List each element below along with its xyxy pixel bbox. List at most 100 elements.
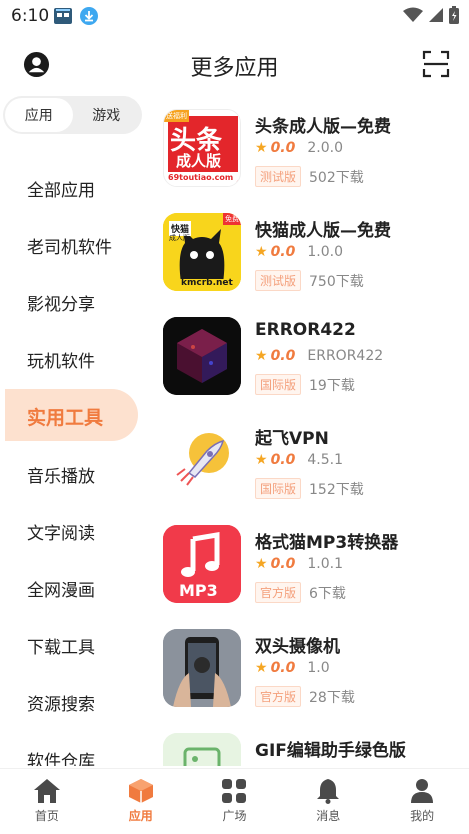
app-meta-row: 国际版 152下载 [255,478,364,499]
star-icon: ★ [255,244,268,260]
nav-square[interactable]: 广场 [188,769,282,834]
app-list-item[interactable]: 快猫 成人版 kmcrb.net 免费 快猫成人版—免费 ★ 0.0 1.0.0… [150,200,469,304]
app-icon-badge: 免费 [223,213,241,225]
category-utilities[interactable]: 实用工具 [27,403,103,430]
app-meta-row: 官方版 28下载 [255,686,355,707]
app-name: GIF编辑助手绿色版 [255,741,406,761]
nav-label: 广场 [222,809,247,823]
app-channel-badge: 官方版 [255,686,302,707]
app-rating-row: ★ 0.0 2.0.0 [255,140,343,156]
status-bar: 6:10 [0,0,469,32]
app-icon-subtext: 成人版 [176,152,222,170]
app-rating: 0.0 [270,556,296,572]
nav-label: 我的 [410,809,435,823]
nav-label: 消息 [316,809,341,823]
download-icon [80,7,98,25]
toggle-apps[interactable]: 应用 [5,98,73,132]
app-channel-badge: 测试版 [255,166,302,187]
battery-icon [449,6,459,24]
app-list-item[interactable]: ERROR422 ★ 0.0 ERROR422 国际版 19下载 [150,304,469,408]
app-icon-text: MP3 [179,581,218,600]
app-meta-row: 测试版 502下载 [255,166,364,187]
app-icon-badge: 送福利 [164,110,189,122]
signal-icon [429,8,443,22]
app-downloads: 19下载 [309,377,355,394]
app-rating-row: ★ 0.0 1.0.0 [255,244,343,260]
category-video[interactable]: 影视分享 [27,290,95,315]
category-comics[interactable]: 全网漫画 [27,576,95,601]
category-sidebar: 应用 游戏 全部应用 老司机软件 影视分享 玩机软件 实用工具 音乐播放 文字阅… [0,96,150,766]
nav-messages[interactable]: 消息 [281,769,375,834]
nav-home[interactable]: 首页 [0,769,94,834]
nav-label: 首页 [34,809,59,823]
app-version: 1.0.1 [307,556,343,572]
star-icon: ★ [255,660,268,676]
nav-label: 应用 [128,809,153,823]
app-version: 2.0.0 [307,140,343,156]
app-list-item[interactable]: 起飞VPN ★ 0.0 4.5.1 国际版 152下载 [150,408,469,512]
apps-games-toggle: 应用 游戏 [3,96,142,134]
app-meta-row: 测试版 750下载 [255,270,364,291]
app-channel-badge: 官方版 [255,582,302,603]
category-phone-tools[interactable]: 玩机软件 [27,347,95,372]
star-icon: ★ [255,556,268,572]
app-name: 快猫成人版—免费 [255,221,391,241]
category-search[interactable]: 资源搜索 [27,690,95,715]
app-list-item[interactable]: 双头摄像机 ★ 0.0 1.0 官方版 28下载 [150,616,469,720]
app-version: ERROR422 [307,348,384,364]
star-icon: ★ [255,348,268,364]
app-downloads: 152下载 [309,481,364,498]
app-rating-row: ★ 0.0 1.0 [255,660,330,676]
profile-icon [411,779,434,803]
category-repository[interactable]: 软件仓库 [27,747,95,766]
category-veteran[interactable]: 老司机软件 [27,233,112,258]
category-reading[interactable]: 文字阅读 [27,519,95,544]
app-list-item[interactable]: GIF编辑助手绿色版 [150,720,469,766]
app-rating: 0.0 [270,452,296,468]
app-rating: 0.0 [270,140,296,156]
scan-icon[interactable] [422,50,450,78]
nav-apps[interactable]: 应用 [94,769,188,834]
app-list: 头条 成人版 69toutiao.com 送福利 头条成人版—免费 ★ 0.0 … [150,96,469,766]
app-list-item[interactable]: 头条 成人版 69toutiao.com 送福利 头条成人版—免费 ★ 0.0 … [150,96,469,200]
app-channel-badge: 测试版 [255,270,302,291]
apps-cube-icon [128,779,153,803]
app-version: 1.0 [307,660,330,676]
app-version: 4.5.1 [307,452,343,468]
app-icon-mp3: MP3 [163,525,241,603]
wifi-icon [403,7,423,22]
app-rating-row: ★ 0.0 1.0.1 [255,556,343,572]
app-rating-row: ★ 0.0 4.5.1 [255,452,343,468]
nav-profile[interactable]: 我的 [375,769,469,834]
app-icon-gif-editor [163,733,241,766]
app-name: 格式猫MP3转换器 [255,533,399,553]
app-icon-subtext: 成人版 [169,234,190,242]
status-time: 6:10 [11,6,50,26]
grid-icon [222,779,247,803]
app-list-item[interactable]: MP3 格式猫MP3转换器 ★ 0.0 1.0.1 官方版 6下载 [150,512,469,616]
app-icon-rocket [163,421,241,499]
app-icon-error422 [163,317,241,395]
app-icon-toutiao: 头条 成人版 69toutiao.com 送福利 [163,109,241,187]
app-downloads: 6下载 [309,585,346,602]
status-right-icons [403,6,459,24]
app-rating-row: ★ 0.0 ERROR422 [255,348,383,364]
bell-icon [317,779,340,804]
app-downloads: 502下载 [309,169,364,186]
category-music[interactable]: 音乐播放 [27,462,95,487]
app-channel-badge: 国际版 [255,478,302,499]
app-name: 双头摄像机 [255,637,340,657]
app-meta-row: 官方版 6下载 [255,582,346,603]
toggle-games[interactable]: 游戏 [73,98,141,132]
status-left-icons [53,6,99,26]
app-icon-dual-camera [163,629,241,707]
category-downloads[interactable]: 下载工具 [27,633,95,658]
app-name: 起飞VPN [255,429,329,449]
category-all[interactable]: 全部应用 [27,176,95,201]
app-rating: 0.0 [270,660,296,676]
app-icon-kuaimao: 快猫 成人版 kmcrb.net 免费 [163,213,241,291]
app-rating: 0.0 [270,348,296,364]
app-meta-row: 国际版 19下载 [255,374,355,395]
app-downloads: 28下载 [309,689,355,706]
home-icon [33,779,60,803]
